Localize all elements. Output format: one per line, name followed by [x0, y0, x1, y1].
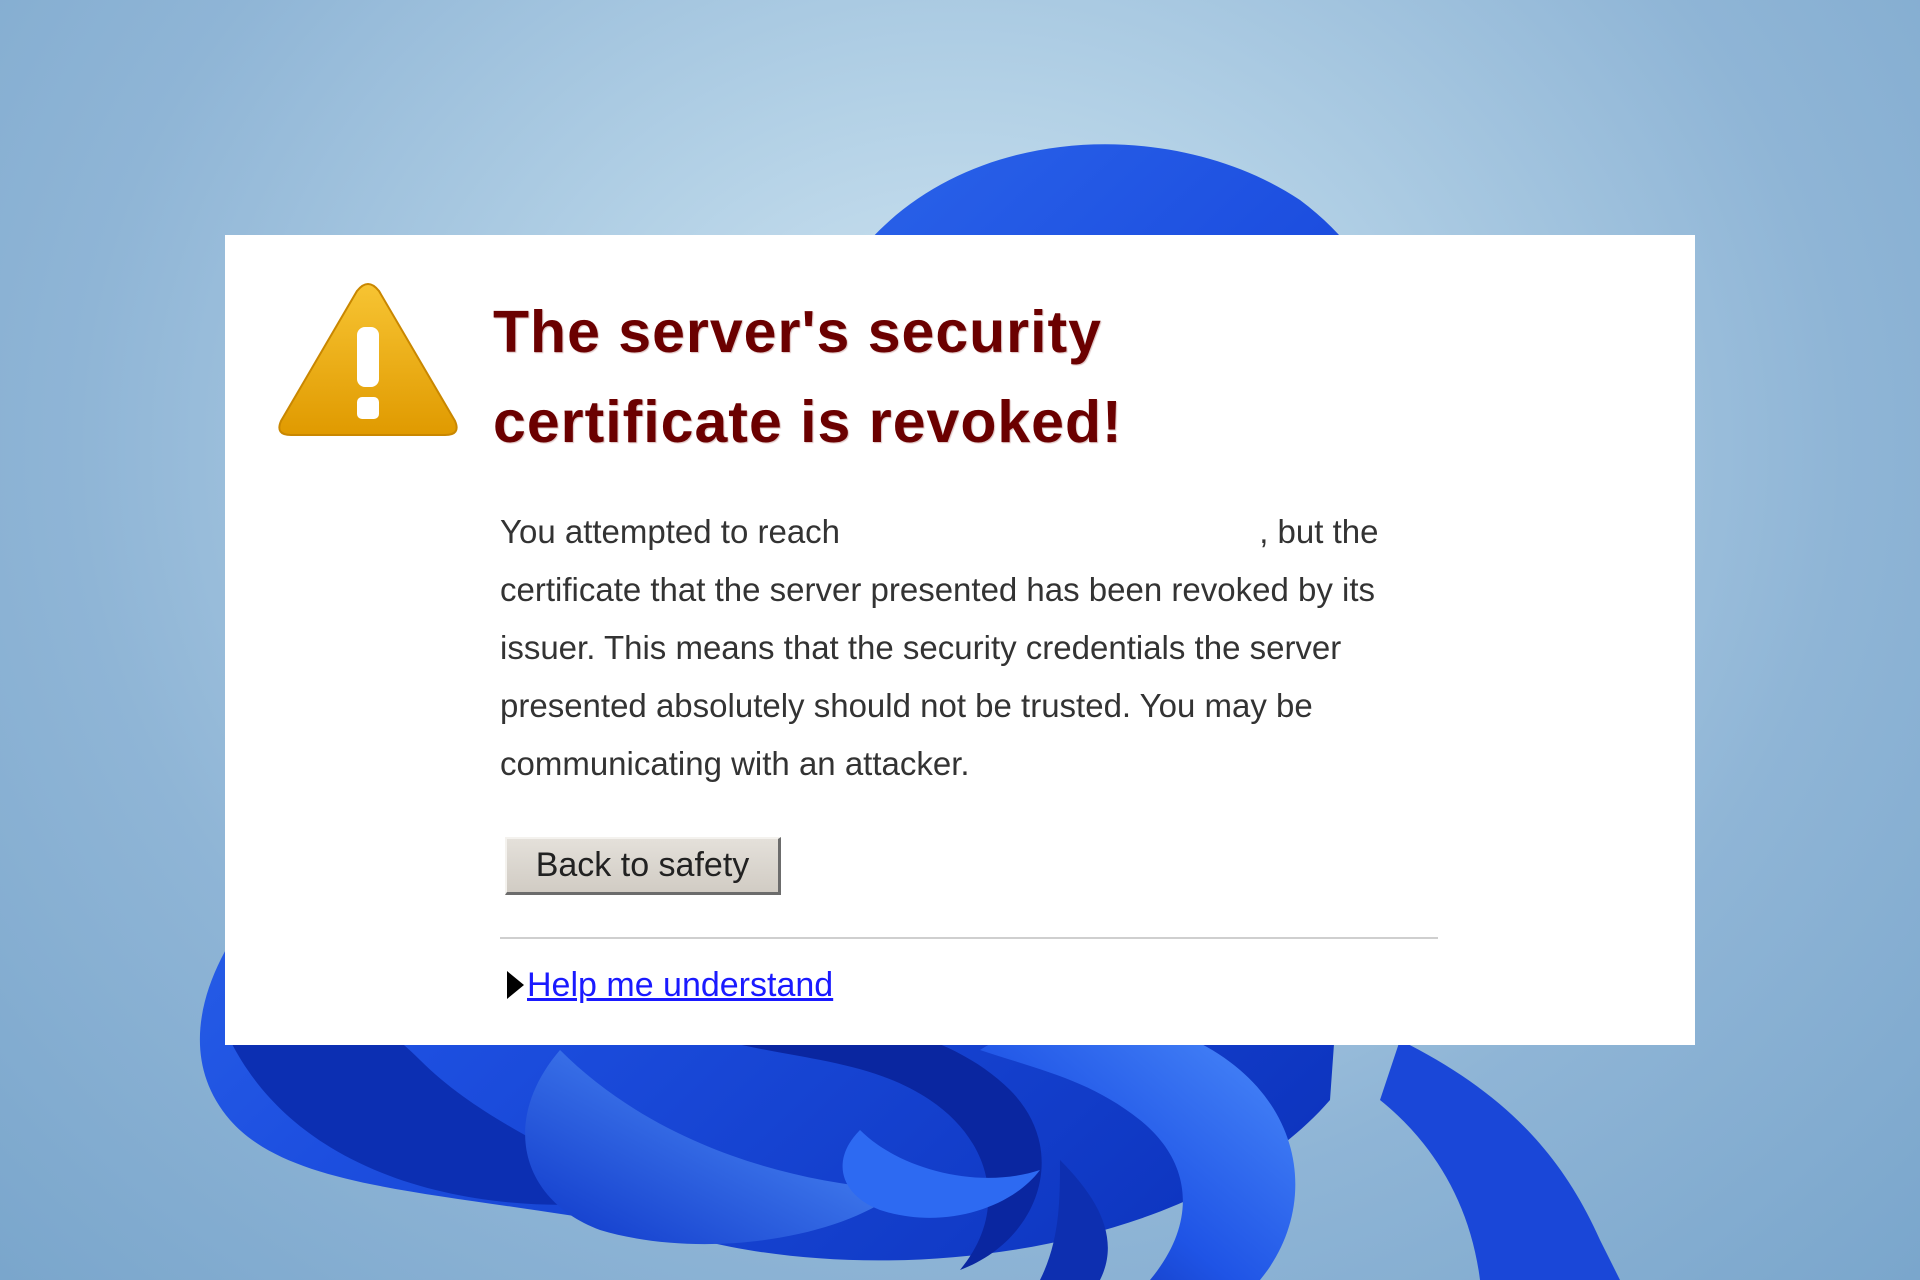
error-description-rest: , but the certificate that the server pr… — [500, 513, 1379, 782]
error-description: You attempted to reach , but the certifi… — [500, 503, 1440, 793]
certificate-error-page: The server's security certificate is rev… — [225, 235, 1695, 1045]
error-description-start: You attempted to reach — [500, 513, 841, 550]
help-me-understand-link[interactable]: Help me understand — [527, 966, 833, 1005]
divider — [500, 937, 1438, 939]
error-headline-line-1: The server's security — [493, 299, 1102, 365]
triangle-right-icon[interactable] — [507, 971, 524, 999]
warning-triangle-icon — [278, 283, 458, 436]
error-headline: The server's security certificate is rev… — [493, 287, 1393, 467]
error-headline-line-2: certificate is revoked! — [493, 389, 1123, 455]
help-expander[interactable]: Help me understand — [507, 963, 833, 1007]
back-to-safety-button[interactable]: Back to safety — [505, 837, 781, 895]
